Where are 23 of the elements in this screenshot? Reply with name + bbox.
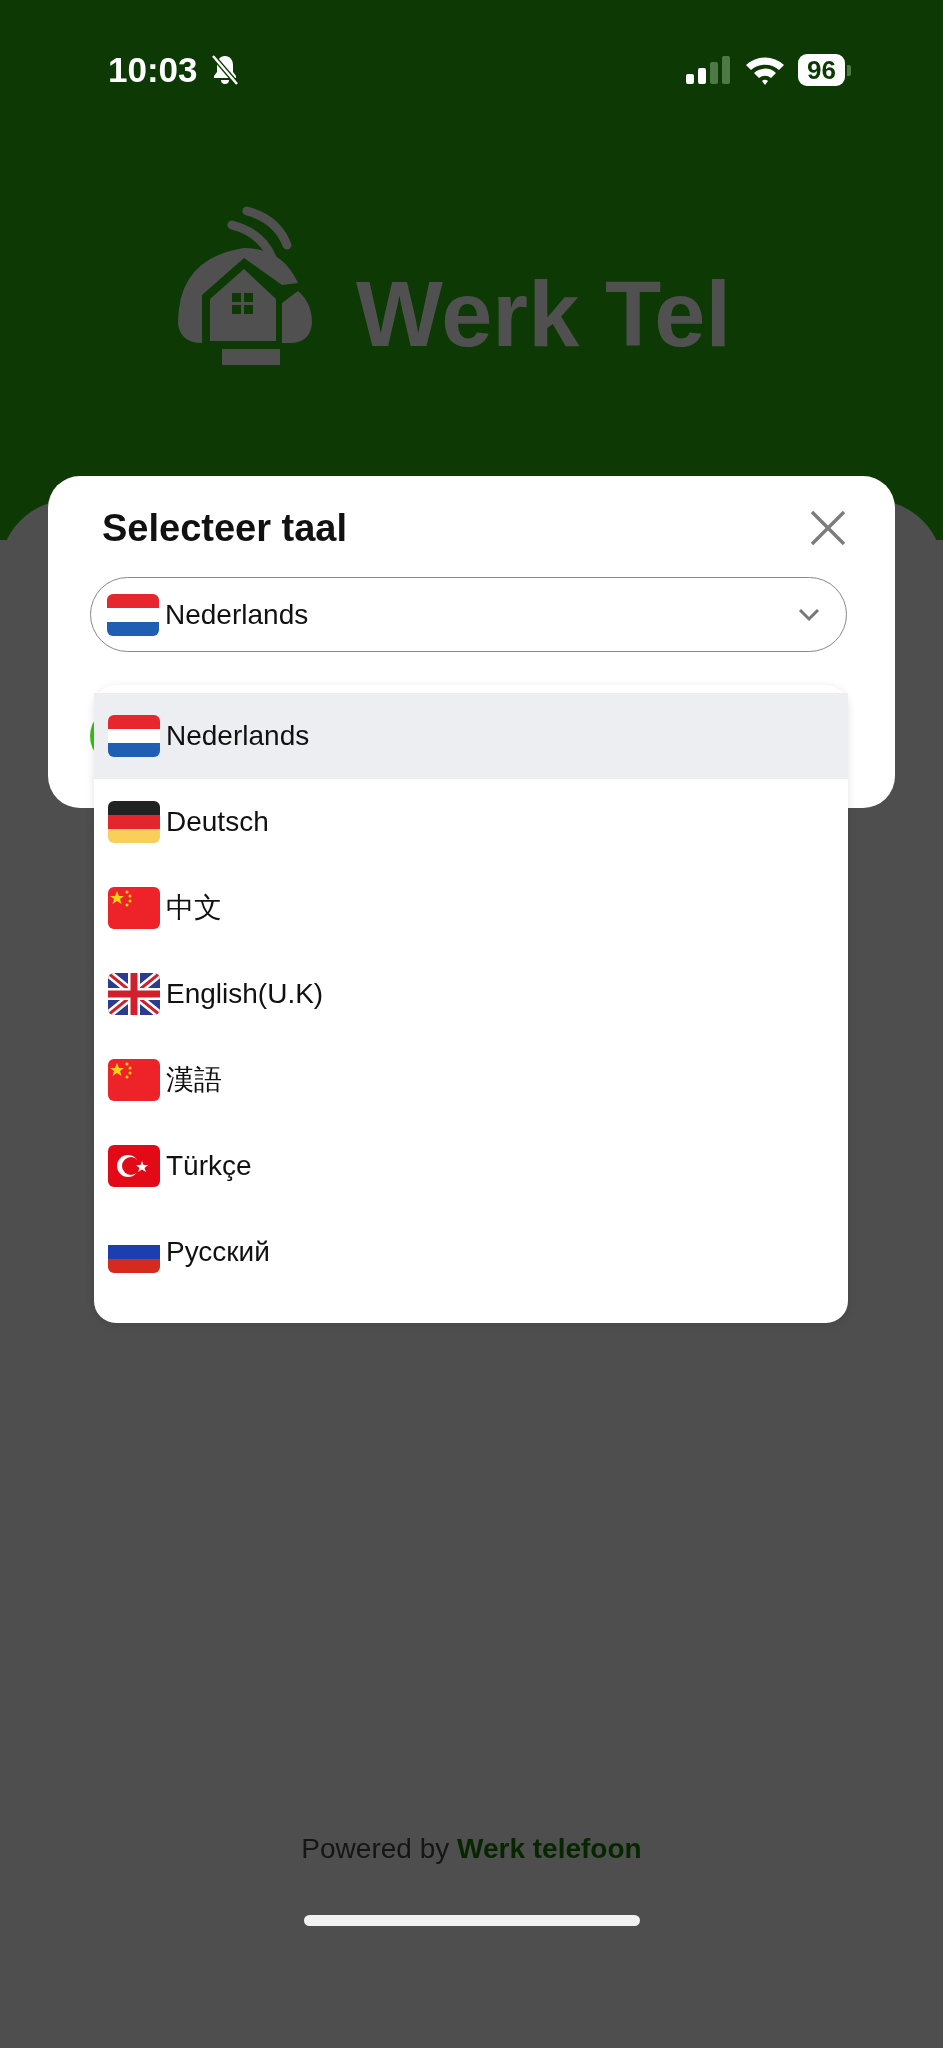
language-option[interactable]: Deutsch — [94, 779, 848, 865]
language-option[interactable]: English(U.K) — [94, 951, 848, 1037]
flag-icon — [108, 715, 160, 757]
flag-icon — [108, 801, 160, 843]
bell-muted-icon — [209, 53, 240, 87]
chevron-down-icon — [798, 607, 820, 622]
language-option[interactable]: 漢語 — [94, 1037, 848, 1123]
language-option[interactable]: 中文 — [94, 865, 848, 951]
battery-indicator: 96 — [798, 54, 851, 86]
signal-icon — [686, 55, 733, 85]
close-icon[interactable] — [809, 509, 847, 547]
flag-icon — [108, 887, 160, 929]
logo-text: Werk Tel — [356, 262, 731, 367]
flag-icon — [107, 593, 159, 636]
language-option[interactable]: Русский — [94, 1209, 848, 1295]
flag-icon — [108, 1059, 160, 1101]
powered-by-text: Powered by Werk telefoon — [301, 1833, 642, 1865]
status-time: 10:03 — [108, 50, 198, 90]
flag-icon — [108, 1145, 160, 1187]
language-option[interactable]: Nederlands — [94, 693, 848, 779]
flag-icon — [108, 973, 160, 1015]
dialog-title: Selecteer taal — [102, 506, 348, 550]
language-option[interactable]: Türkçe — [94, 1123, 848, 1209]
